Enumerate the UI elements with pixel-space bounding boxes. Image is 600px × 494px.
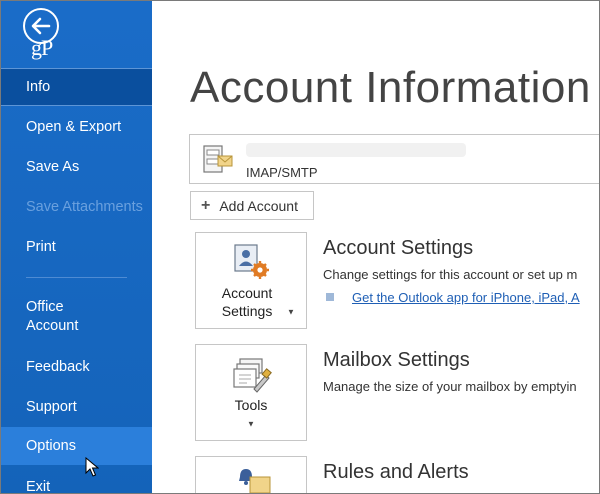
outlook-app-link[interactable]: Get the Outlook app for iPhone, iPad, A bbox=[352, 290, 580, 305]
nav-item-support[interactable]: Support bbox=[1, 388, 152, 426]
dropdown-caret-icon: ▼ bbox=[247, 419, 255, 429]
add-account-button[interactable]: + Add Account bbox=[190, 191, 314, 220]
nav-item-feedback[interactable]: Feedback bbox=[1, 348, 152, 386]
account-settings-title: Account Settings bbox=[323, 237, 474, 259]
add-account-label: Add Account bbox=[219, 197, 298, 214]
account-selector[interactable]: IMAP/SMTP bbox=[189, 134, 599, 184]
account-email-redacted bbox=[246, 143, 466, 157]
nav-item-office-account[interactable]: Office Account bbox=[1, 295, 152, 339]
site-logo: gP bbox=[31, 35, 53, 60]
link-bullet-icon bbox=[326, 293, 334, 301]
account-settings-icon bbox=[234, 244, 269, 279]
plus-icon: + bbox=[201, 196, 211, 214]
page-title: Account Information bbox=[190, 63, 591, 112]
account-type-label: IMAP/SMTP bbox=[246, 165, 318, 180]
nav-item-print[interactable]: Print bbox=[1, 228, 152, 266]
nav-item-options[interactable]: Options bbox=[1, 427, 152, 465]
nav-item-open-export[interactable]: Open & Export bbox=[1, 108, 152, 146]
rules-alerts-icon bbox=[239, 469, 271, 493]
account-settings-desc: Change settings for this account or set … bbox=[323, 267, 578, 282]
account-settings-label-text: Account Settings bbox=[221, 285, 273, 319]
tools-icon bbox=[233, 358, 272, 393]
nav-item-save-attachments: Save Attachments bbox=[26, 199, 143, 215]
nav-item-save-as[interactable]: Save As bbox=[1, 148, 152, 186]
mailbox-settings-desc: Manage the size of your mailbox by empty… bbox=[323, 379, 577, 394]
account-settings-tile[interactable]: Account Settings ▼ bbox=[195, 232, 307, 329]
nav-divider bbox=[26, 277, 127, 278]
main-content: Account Information IMAP/SMTP + Add Acco… bbox=[152, 1, 599, 493]
account-settings-tile-label: Account Settings ▼ bbox=[196, 284, 306, 321]
outlook-backstage-window: gP Info Open & Export Save As Save Attac… bbox=[0, 0, 600, 494]
dropdown-caret-icon: ▼ bbox=[287, 307, 295, 317]
mailbox-settings-title: Mailbox Settings bbox=[323, 349, 470, 371]
back-arrow-icon bbox=[31, 17, 51, 35]
rules-alerts-tile[interactable] bbox=[195, 456, 307, 493]
tools-tile[interactable]: Tools ▼ bbox=[195, 344, 307, 441]
nav-item-exit[interactable]: Exit bbox=[1, 468, 152, 493]
rules-alerts-title: Rules and Alerts bbox=[323, 461, 469, 483]
backstage-sidebar: gP Info Open & Export Save As Save Attac… bbox=[1, 1, 152, 493]
mouse-cursor-icon bbox=[85, 457, 99, 477]
mail-account-icon bbox=[203, 145, 233, 173]
tools-tile-label: Tools ▼ bbox=[196, 396, 306, 433]
tools-label-text: Tools bbox=[234, 397, 268, 413]
nav-item-info[interactable]: Info bbox=[1, 68, 152, 106]
